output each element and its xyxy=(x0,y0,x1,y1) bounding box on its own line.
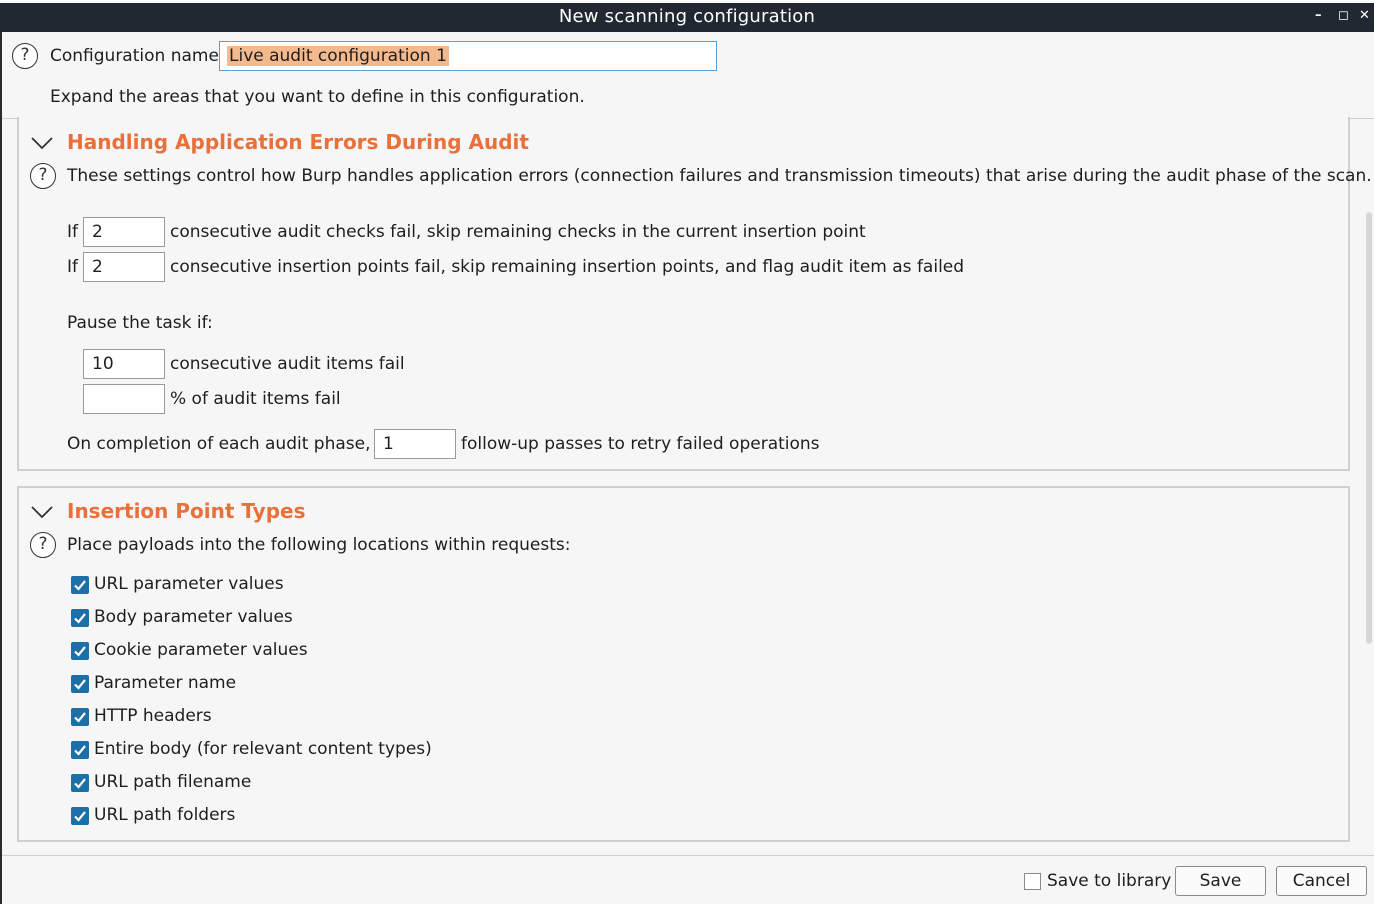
insertion-point-checkbox[interactable] xyxy=(71,774,89,792)
save-to-library-checkbox[interactable] xyxy=(1024,873,1041,890)
window-title: New scanning configuration xyxy=(558,6,816,27)
config-name-label: Configuration name: xyxy=(50,46,225,66)
chevron-down-icon[interactable] xyxy=(31,136,53,150)
close-icon[interactable]: ✕ xyxy=(1359,8,1370,23)
minimize-icon[interactable]: – xyxy=(1315,8,1322,23)
save-button[interactable]: Save xyxy=(1175,866,1266,896)
checkmark-icon xyxy=(74,646,86,657)
help-icon[interactable]: ? xyxy=(30,163,56,189)
insertion-point-label[interactable]: Entire body (for relevant content types) xyxy=(94,739,432,759)
followup-passes-input[interactable]: 1 xyxy=(374,429,456,459)
help-icon[interactable]: ? xyxy=(12,43,38,69)
chevron-down-icon[interactable] xyxy=(31,505,53,519)
insertion-description: Place payloads into the following locati… xyxy=(67,535,571,555)
insertion-point-checkbox[interactable] xyxy=(71,675,89,693)
pause-label: Pause the task if: xyxy=(67,313,213,333)
checks-fail-input[interactable]: 2 xyxy=(83,217,165,247)
cancel-button[interactable]: Cancel xyxy=(1276,866,1367,896)
if-label: If xyxy=(67,222,78,242)
checkmark-icon xyxy=(74,712,86,723)
completion-prefix: On completion of each audit phase, do xyxy=(67,434,398,454)
checkmark-icon xyxy=(74,580,86,591)
insertion-point-checkbox[interactable] xyxy=(71,741,89,759)
maximize-icon[interactable]: ◻ xyxy=(1338,8,1349,23)
insertion-point-checkbox[interactable] xyxy=(71,708,89,726)
footer-divider xyxy=(2,855,1374,856)
percent-fail-text: % of audit items fail xyxy=(170,389,341,409)
checkmark-icon xyxy=(74,613,86,624)
insertion-point-label[interactable]: Cookie parameter values xyxy=(94,640,308,660)
checkmark-icon xyxy=(74,745,86,756)
insertion-point-label[interactable]: URL path folders xyxy=(94,805,235,825)
errors-section-title[interactable]: Handling Application Errors During Audit xyxy=(67,130,529,154)
config-name-input[interactable]: Live audit configuration 1 xyxy=(219,41,717,71)
percent-fail-input[interactable] xyxy=(83,384,165,414)
insertion-point-label[interactable]: URL path filename xyxy=(94,772,251,792)
errors-description: These settings control how Burp handles … xyxy=(67,166,1372,186)
insertion-point-checkbox[interactable] xyxy=(71,576,89,594)
insertion-point-label[interactable]: URL parameter values xyxy=(94,574,284,594)
insertion-point-checkbox[interactable] xyxy=(71,642,89,660)
checks-fail-text: consecutive audit checks fail, skip rema… xyxy=(170,222,866,242)
insertion-point-checkbox[interactable] xyxy=(71,807,89,825)
points-fail-input[interactable]: 2 xyxy=(83,252,165,282)
checkmark-icon xyxy=(74,679,86,690)
checkmark-icon xyxy=(74,778,86,789)
completion-suffix: follow-up passes to retry failed operati… xyxy=(461,434,820,454)
if-label: If xyxy=(67,257,78,277)
insertion-section-title[interactable]: Insertion Point Types xyxy=(67,499,305,523)
insertion-point-checkbox[interactable] xyxy=(71,609,89,627)
config-name-value: Live audit configuration 1 xyxy=(227,46,449,66)
points-fail-text: consecutive insertion points fail, skip … xyxy=(170,257,965,277)
items-fail-input[interactable]: 10 xyxy=(83,349,165,379)
help-icon[interactable]: ? xyxy=(30,532,56,558)
items-fail-text: consecutive audit items fail xyxy=(170,354,405,374)
title-bar[interactable]: New scanning configuration – ◻ ✕ xyxy=(0,0,1374,32)
insertion-point-label[interactable]: Body parameter values xyxy=(94,607,293,627)
insertion-point-label[interactable]: HTTP headers xyxy=(94,706,212,726)
save-to-library-label[interactable]: Save to library xyxy=(1047,871,1171,891)
instructions-text: Expand the areas that you want to define… xyxy=(50,87,585,107)
scrollbar-thumb[interactable] xyxy=(1366,212,1372,644)
checkmark-icon xyxy=(74,811,86,822)
insertion-point-label[interactable]: Parameter name xyxy=(94,673,236,693)
